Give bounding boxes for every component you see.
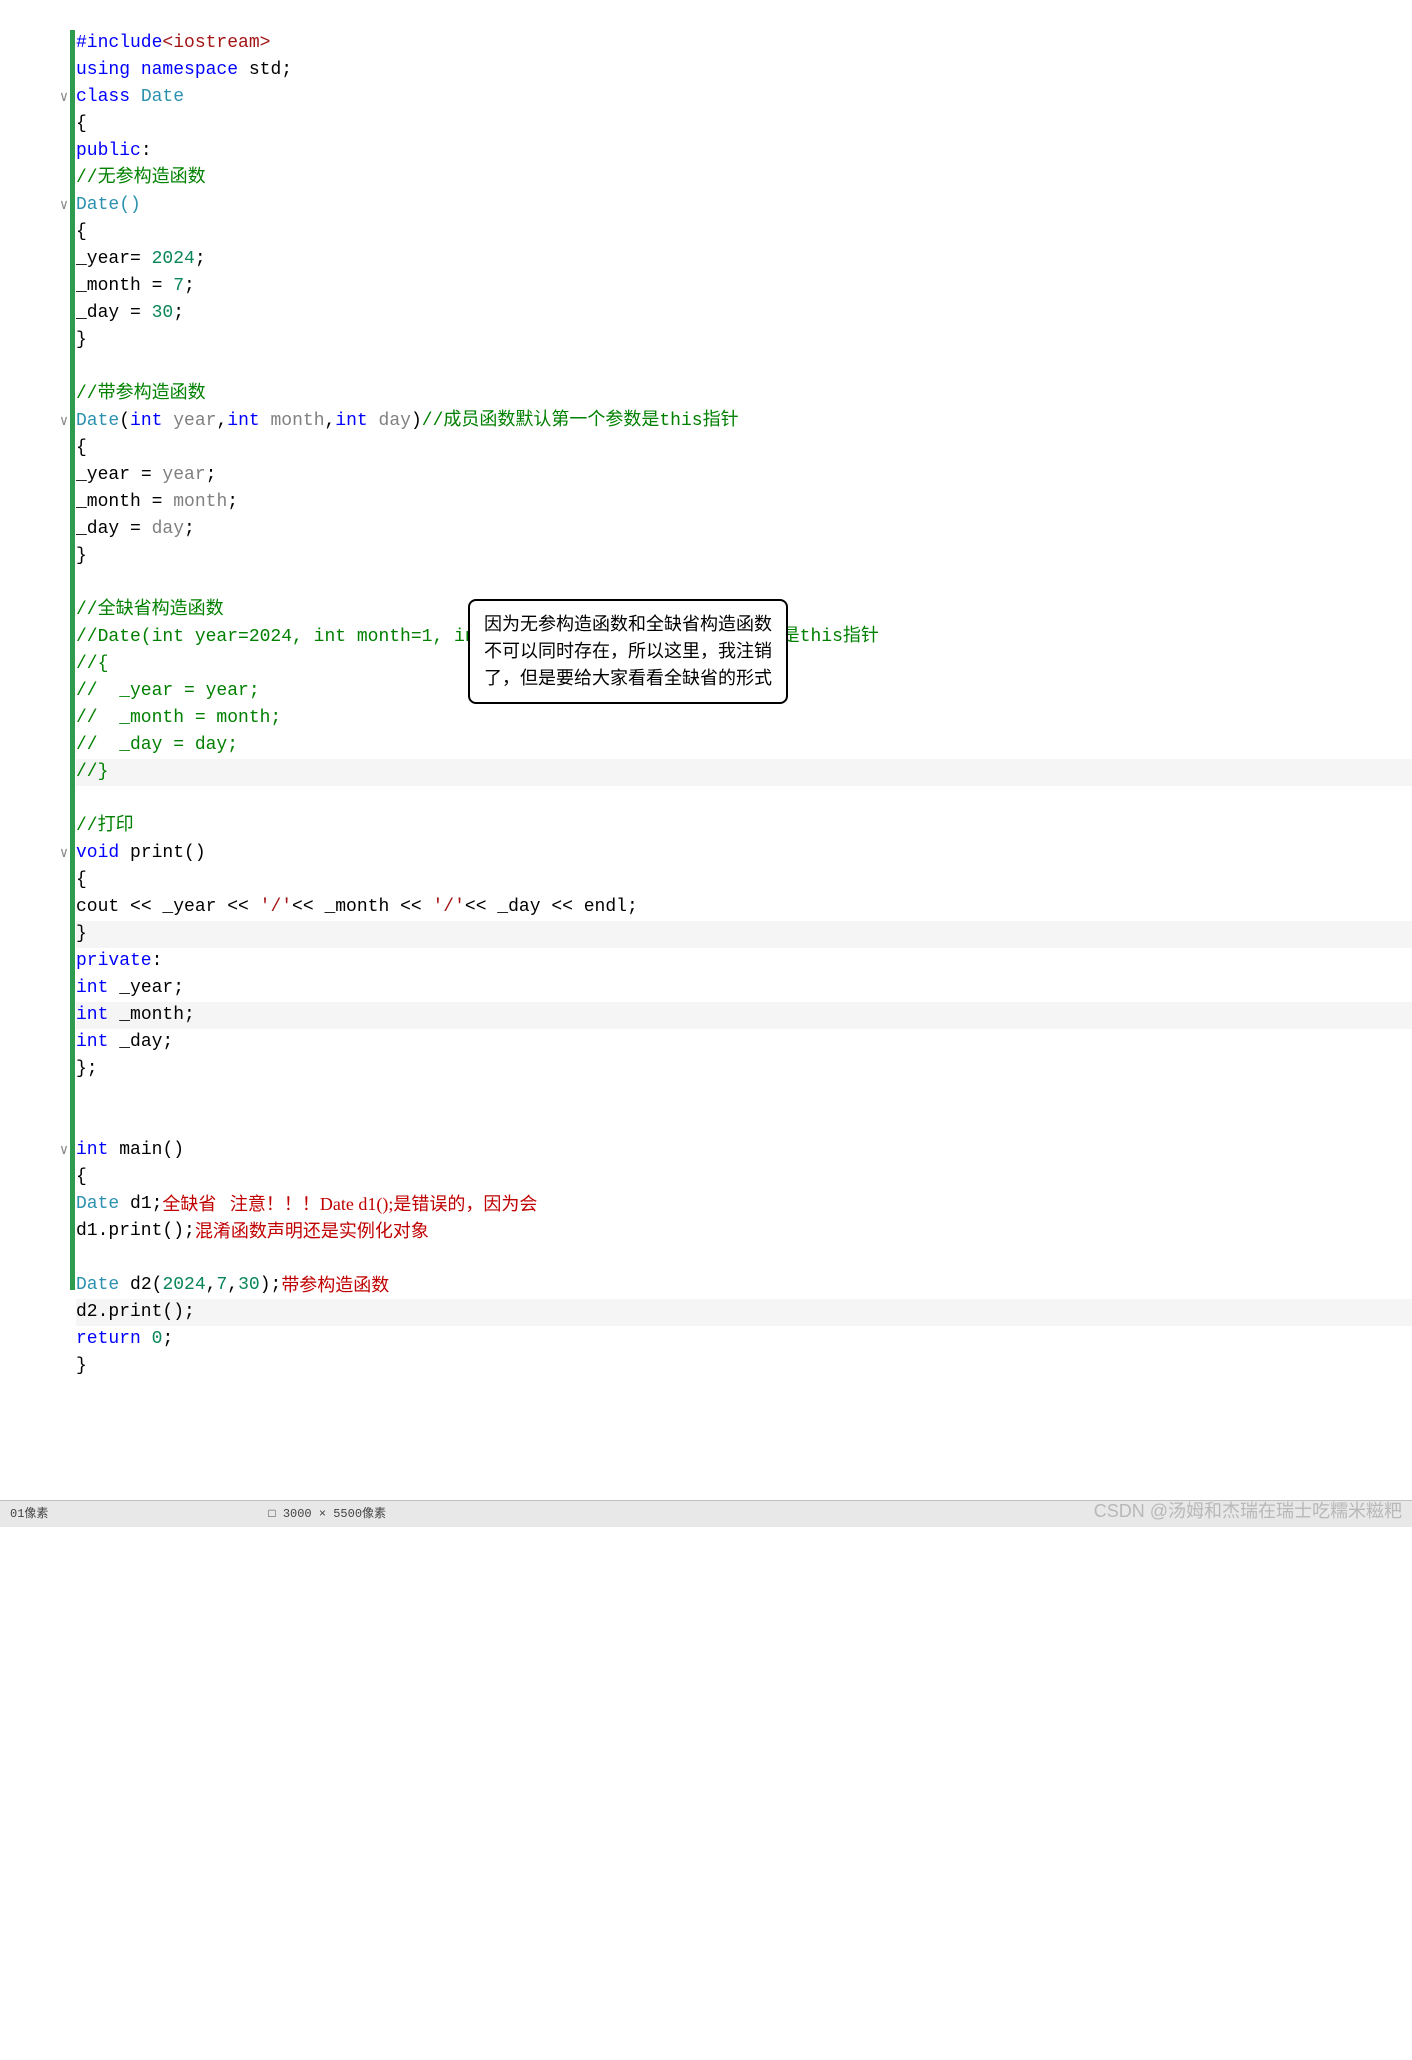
callout-text: 因为无参构造函数和全缺省构造函数不可以同时存在，所以这里，我注销了，但是要给大家… xyxy=(484,614,772,688)
status-dim: □ 3000 × 5500像素 xyxy=(268,1505,386,1523)
code-line: return 0; xyxy=(76,1326,1412,1353)
code-line: { xyxy=(76,435,1412,462)
code-line: _day = 30; xyxy=(76,300,1412,327)
code-line: { xyxy=(76,1164,1412,1191)
code-line: #include<iostream> xyxy=(76,30,1412,57)
annotation-text: 全缺省 注意！！！ xyxy=(162,1191,320,1218)
code-line: _year= 2024; xyxy=(76,246,1412,273)
code-line: Date() xyxy=(76,192,1412,219)
annotation-text: 混淆函数声明还是实例化对象 xyxy=(195,1218,429,1245)
code-line: void print() xyxy=(76,840,1412,867)
code-line: { xyxy=(76,219,1412,246)
code-line: // _month = month; xyxy=(76,705,1412,732)
code-line: { xyxy=(76,111,1412,138)
code-line: Date(int year,int month,int day)//成员函数默认… xyxy=(76,408,1412,435)
code-line: int _month; xyxy=(76,1002,1412,1029)
code-line: } xyxy=(76,327,1412,354)
code-line: private: xyxy=(76,948,1412,975)
code-line: //无参构造函数 xyxy=(76,165,1412,192)
code-line: cout << _year << '/' << _month << '/' <<… xyxy=(76,894,1412,921)
code-line: // _day = day; xyxy=(76,732,1412,759)
code-line: using namespace std; xyxy=(76,57,1412,84)
code-line: } xyxy=(76,543,1412,570)
code-line: } xyxy=(76,921,1412,948)
code-line: _year = year; xyxy=(76,462,1412,489)
annotation-text: 带参构造函数 xyxy=(281,1272,389,1299)
code-line: int main() xyxy=(76,1137,1412,1164)
code-line: int _day; xyxy=(76,1029,1412,1056)
code-editor: ∨ ∨ ∨ ∨ ∨ xyxy=(0,0,1412,1380)
watermark: CSDN @汤姆和杰瑞在瑞士吃糯米糍粑 xyxy=(1094,1498,1402,1525)
code-line: //带参构造函数 xyxy=(76,381,1412,408)
callout-box: 因为无参构造函数和全缺省构造函数不可以同时存在，所以这里，我注销了，但是要给大家… xyxy=(468,599,788,704)
code-line: d2.print(); xyxy=(76,1299,1412,1326)
code-line: Date d2(2024,7,30); 带参构造函数 xyxy=(76,1272,1412,1299)
code-line: _month = 7; xyxy=(76,273,1412,300)
annotation-text: Date d1();是错误的，因为会 xyxy=(320,1191,537,1218)
code-line: Date d1; 全缺省 注意！！！ Date d1();是错误的，因为会 xyxy=(76,1191,1412,1218)
code-line: } xyxy=(76,1353,1412,1380)
code-line: //} xyxy=(76,759,1412,786)
code-line: { xyxy=(76,867,1412,894)
gutter: ∨ ∨ ∨ ∨ ∨ xyxy=(0,30,76,1380)
code-area: #include<iostream> using namespace std; … xyxy=(76,30,1412,1380)
code-line: _day = day; xyxy=(76,516,1412,543)
code-line: _month = month; xyxy=(76,489,1412,516)
code-line: public: xyxy=(76,138,1412,165)
code-line: d1.print(); 混淆函数声明还是实例化对象 xyxy=(76,1218,1412,1245)
code-line: int _year; xyxy=(76,975,1412,1002)
code-line: }; xyxy=(76,1056,1412,1083)
status-pixel: 01像素 xyxy=(10,1505,48,1523)
code-line: class Date xyxy=(76,84,1412,111)
code-line: //打印 xyxy=(76,813,1412,840)
